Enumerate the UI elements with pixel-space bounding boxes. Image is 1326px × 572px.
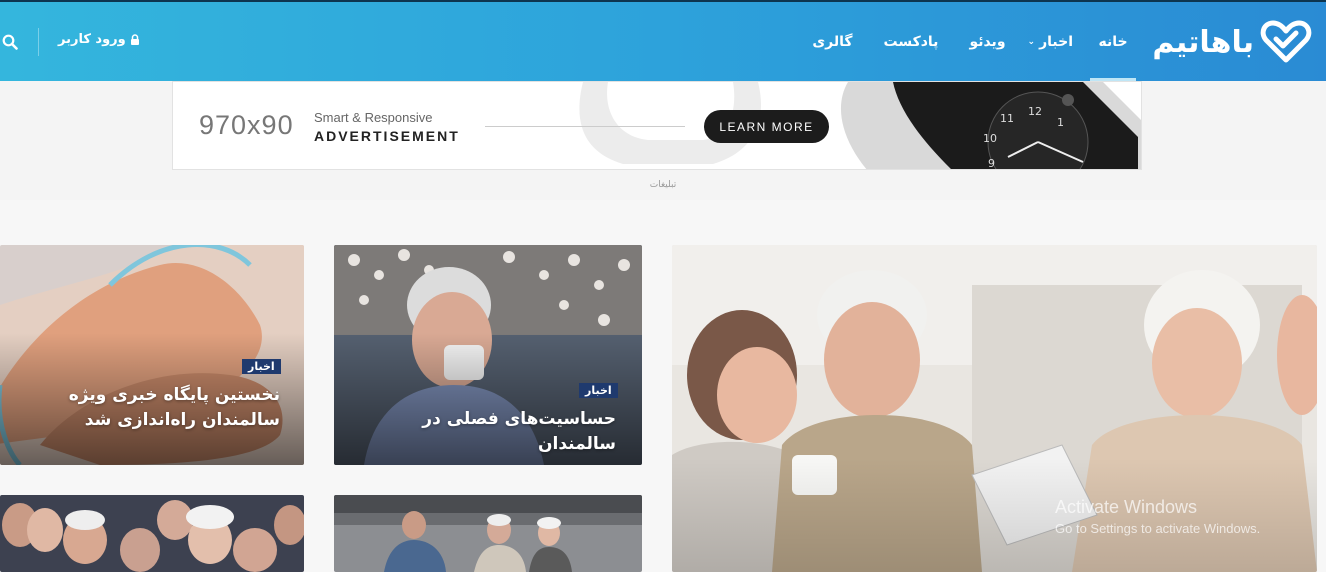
nav-podcast-label: پادکست <box>883 33 939 50</box>
ad-size-text: 970x90 <box>199 110 294 140</box>
nav-home-label: خانه <box>1098 33 1128 50</box>
chevron-down-icon: ⌄ <box>1027 36 1036 47</box>
logo-text: باهاتیم <box>1152 24 1255 60</box>
svg-text:10: 10 <box>983 132 997 145</box>
nav-news-label: اخبار <box>1039 33 1073 50</box>
svg-text:9: 9 <box>988 157 995 170</box>
nav-video[interactable]: ویدئو <box>958 2 1016 81</box>
nav-home[interactable]: خانه <box>1090 2 1136 81</box>
logo-heart-icon <box>1260 20 1312 63</box>
nav-gallery-label: گالری <box>812 33 853 50</box>
card-title[interactable]: نخستین پایگاه خبری ویژه سالمندان راه‌اند… <box>20 383 280 433</box>
street-walk-image <box>334 495 642 572</box>
windows-activation-title: Activate Windows <box>1055 497 1198 517</box>
ad-tagline: Smart & Responsive <box>314 110 433 125</box>
elderly-crowd-image <box>0 495 304 572</box>
svg-text:1: 1 <box>1057 116 1064 129</box>
site-header: باهاتیم خانه اخبار ⌄ ویدئو پادکست گالری … <box>0 2 1326 81</box>
learn-more-button[interactable]: LEARN MORE <box>704 110 829 143</box>
card-title[interactable]: حساسیت‌های فصلی در سالمندان <box>354 407 616 457</box>
ad-rule <box>485 126 685 127</box>
featured-shade <box>672 457 1317 572</box>
site-logo[interactable]: باهاتیم <box>1152 20 1312 64</box>
lock-icon <box>130 34 139 45</box>
ad-caption: تبلیغات <box>649 180 677 190</box>
nav-video-label: ویدئو <box>969 33 1006 50</box>
main-nav: خانه اخبار ⌄ ویدئو پادکست گالری <box>801 2 1136 81</box>
post-card-street[interactable] <box>334 495 642 572</box>
svg-text:12: 12 <box>1028 105 1042 118</box>
search-icon[interactable] <box>2 34 18 50</box>
ad-headline: ADVERTISEMENT <box>314 128 460 144</box>
windows-activation-subtitle: Go to Settings to activate Windows. <box>1055 521 1261 536</box>
nav-podcast[interactable]: پادکست <box>864 2 959 81</box>
svg-text:11: 11 <box>1000 112 1014 125</box>
nav-gallery[interactable]: گالری <box>801 2 863 81</box>
category-badge[interactable]: اخبار <box>579 383 618 398</box>
category-badge[interactable]: اخبار <box>242 359 281 374</box>
header-divider <box>38 28 39 56</box>
post-card-crowd[interactable] <box>0 495 304 572</box>
nav-news[interactable]: اخبار ⌄ <box>1017 2 1084 81</box>
post-card-news-site[interactable]: اخبار نخستین پایگاه خبری ویژه سالمندان ر… <box>0 245 304 465</box>
login-link[interactable]: ورود کاربر <box>58 32 140 47</box>
post-card-allergies[interactable]: اخبار حساسیت‌های فصلی در سالمندان <box>334 245 642 465</box>
ad-banner[interactable]: 11 12 1 10 9 970x90 Smart & Responsive A… <box>172 81 1142 170</box>
login-label: ورود کاربر <box>58 32 126 47</box>
